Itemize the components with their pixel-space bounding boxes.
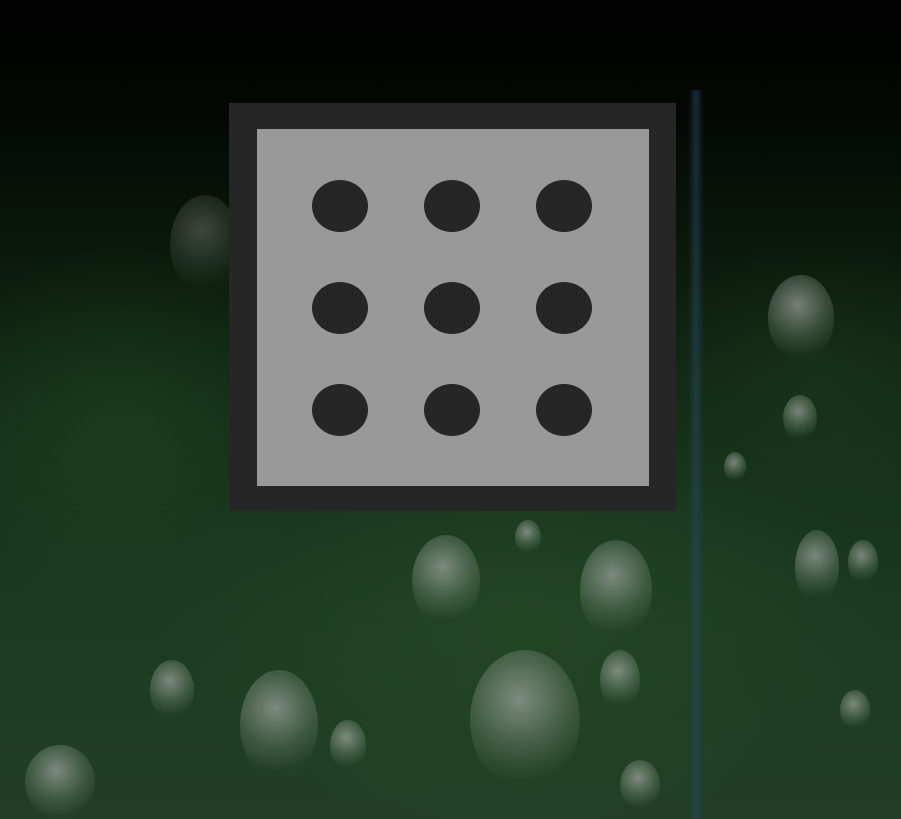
- water-drop: [240, 670, 318, 780]
- pattern-grid-panel: [257, 129, 649, 486]
- pattern-dot-7: [312, 384, 368, 436]
- pattern-dot-6: [536, 282, 592, 334]
- water-drop: [724, 452, 746, 482]
- water-drop: [783, 395, 817, 441]
- pattern-unlock-icon[interactable]: [229, 103, 676, 511]
- pattern-dot-5: [424, 282, 480, 334]
- water-drop: [795, 530, 839, 604]
- water-drop: [840, 690, 870, 730]
- water-drop: [25, 745, 95, 819]
- leaf-stem: [688, 90, 704, 819]
- water-drop: [620, 760, 660, 810]
- water-drop: [515, 520, 541, 554]
- water-drop: [412, 535, 480, 627]
- water-drop: [768, 275, 834, 361]
- pattern-dot-4: [312, 282, 368, 334]
- water-drop: [330, 720, 366, 770]
- water-drop: [580, 540, 652, 640]
- pattern-dot-3: [536, 180, 592, 232]
- water-drop: [848, 540, 878, 584]
- water-drop: [150, 660, 194, 720]
- water-drop: [470, 650, 580, 790]
- pattern-dot-8: [424, 384, 480, 436]
- water-drop: [600, 650, 640, 710]
- pattern-dot-2: [424, 180, 480, 232]
- pattern-dot-9: [536, 384, 592, 436]
- pattern-dot-1: [312, 180, 368, 232]
